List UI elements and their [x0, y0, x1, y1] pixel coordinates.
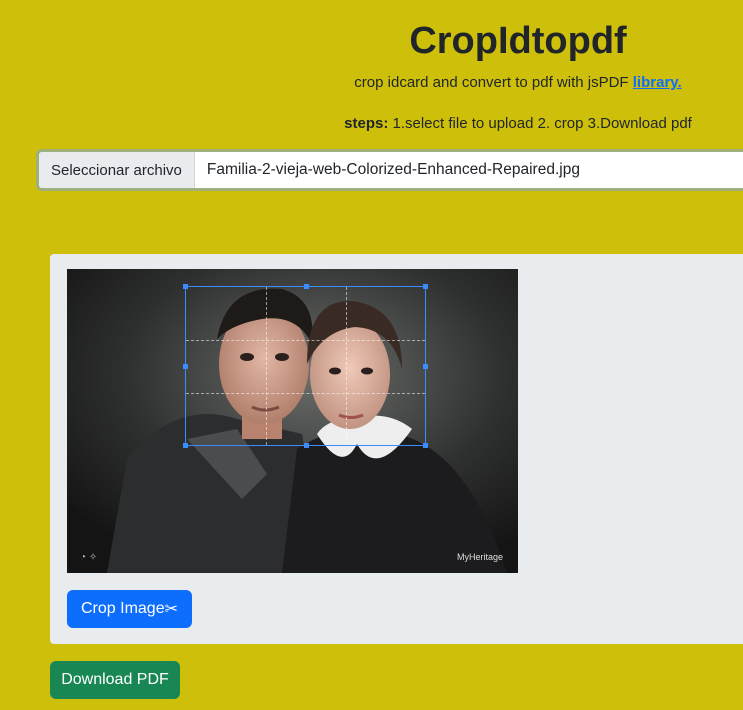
watermark-text: MyHeritage [457, 552, 504, 562]
steps-label: steps: [344, 115, 389, 132]
crop-image-button[interactable]: Crop Image ✂ [67, 590, 192, 628]
crop-handle-ne[interactable] [423, 284, 428, 289]
crop-handle-e[interactable] [423, 364, 428, 369]
download-pdf-button[interactable]: Download PDF [50, 661, 180, 699]
crop-selection[interactable] [183, 284, 428, 448]
steps-instructions: steps: 1.select file to upload 2. crop 3… [300, 114, 736, 134]
crop-guide [266, 287, 267, 445]
selected-file-name: Familia-2-vieja-web-Colorized-Enhanced-R… [206, 161, 580, 178]
crop-handle-n[interactable] [304, 284, 309, 289]
file-input[interactable]: Seleccionar archivo Familia-2-vieja-web-… [36, 149, 743, 191]
crop-handle-sw[interactable] [183, 443, 188, 448]
select-file-button[interactable]: Seleccionar archivo [39, 152, 195, 188]
steps-text: 1.select file to upload 2. crop 3.Downlo… [388, 115, 692, 132]
page-title: CropIdtopdf [409, 20, 627, 62]
crop-button-label: Crop Image [81, 600, 165, 617]
library-link[interactable]: library. [633, 74, 682, 91]
crop-handle-nw[interactable] [183, 284, 188, 289]
crop-handle-s[interactable] [304, 443, 309, 448]
watermark-icons: ◔ ✧ [80, 552, 98, 563]
page-subtitle: crop idcard and convert to pdf with jsPD… [300, 73, 736, 93]
crop-handle-w[interactable] [183, 364, 188, 369]
crop-handle-se[interactable] [423, 443, 428, 448]
crop-guide [186, 393, 425, 394]
crop-guide [186, 340, 425, 341]
crop-guide [346, 287, 347, 445]
subtitle-text: crop idcard and convert to pdf with jsPD… [354, 74, 633, 91]
scissors-icon: ✂ [164, 601, 178, 618]
